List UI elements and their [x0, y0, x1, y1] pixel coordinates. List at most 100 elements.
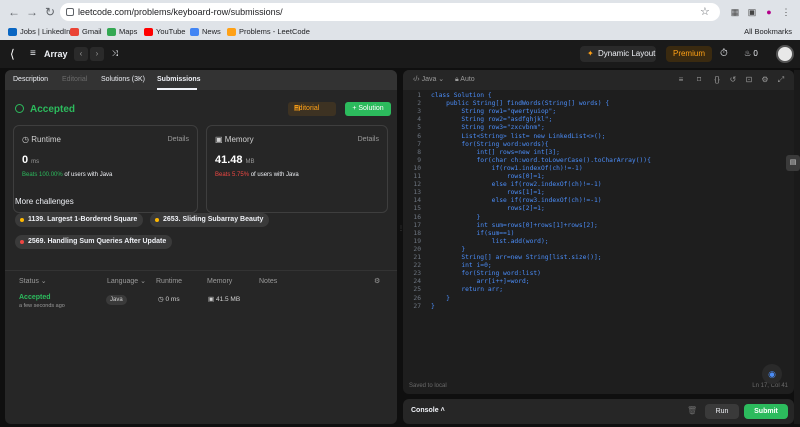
braces-icon[interactable]: {}	[712, 75, 722, 85]
bookmark-star-icon[interactable]: ☆	[700, 3, 710, 21]
premium-button[interactable]: Premium	[666, 46, 712, 62]
check-circle-icon	[15, 104, 24, 113]
streak-counter[interactable]: ♨ 0	[744, 47, 758, 61]
bookmark-news[interactable]: News	[190, 26, 221, 38]
notes-column-header: Notes	[259, 278, 278, 285]
result-status: Accepted	[15, 104, 75, 116]
site-info-icon[interactable]	[66, 8, 74, 16]
forward-icon[interactable]: →	[24, 4, 40, 20]
code-line[interactable]: int[] rows=new int[3];	[431, 149, 559, 157]
code-line[interactable]: if(row1.indexOf(ch)!=-1)	[431, 165, 583, 173]
code-line[interactable]: arr[i++]=word;	[431, 278, 529, 286]
bookmark-gmail[interactable]: Gmail	[70, 26, 102, 38]
dynamic-layout-button[interactable]: ✦ Dynamic Layout	[580, 46, 656, 62]
language-select[interactable]: ‹/› Java ⌄	[413, 75, 444, 85]
code-line[interactable]: rows[0]=1;	[431, 173, 545, 181]
status-column-header[interactable]: Status ⌄	[19, 277, 47, 287]
code-line[interactable]: String row2="asdfghjkl";	[431, 116, 552, 124]
code-line[interactable]: rows[2]=1;	[431, 205, 545, 213]
code-line[interactable]: for(String word:words){	[431, 141, 548, 149]
code-line[interactable]: int sum=rows[0]+rows[1]+rows[2];	[431, 222, 597, 230]
challenge-chip[interactable]: 2569. Handling Sum Queries After Update	[15, 235, 173, 249]
language-column-header[interactable]: Language ⌄	[107, 277, 146, 287]
shuffle-icon[interactable]: ⤨	[108, 47, 122, 61]
leetcode-logo-icon[interactable]: ⟨	[10, 47, 24, 61]
code-line[interactable]: for(char ch:word.toLowerCase().toCharArr…	[431, 157, 650, 165]
info-icon[interactable]: ⊡	[744, 75, 754, 85]
runtime-beats: Beats 100.00% of users with Java	[22, 170, 112, 180]
notes-side-icon[interactable]: ▤	[786, 155, 800, 171]
challenge-chip[interactable]: 1139. Largest 1-Bordered Square	[15, 213, 144, 227]
tab-description[interactable]: Description	[13, 70, 48, 90]
code-line[interactable]: String[] arr=new String[list.size()];	[431, 254, 601, 262]
format-icon[interactable]: ≡	[676, 75, 686, 85]
problem-list-icon[interactable]: ≡	[30, 49, 40, 59]
code-line[interactable]: for(String word:list)	[431, 270, 541, 278]
chevron-up-icon: ˄	[438, 407, 445, 414]
console-toggle[interactable]: Console ˄	[411, 406, 445, 416]
extension-icon-2[interactable]: ●	[762, 5, 776, 19]
line-number: 11	[413, 173, 421, 180]
code-line[interactable]: if(sum==1)	[431, 230, 514, 238]
settings-icon[interactable]: ⚙	[760, 75, 770, 85]
runtime-title-text: Runtime	[31, 135, 61, 144]
prev-problem-icon[interactable]: ‹	[74, 47, 88, 61]
bookmark-maps[interactable]: Maps	[107, 26, 137, 38]
bookmark-youtube[interactable]: YouTube	[144, 26, 185, 38]
solution-button[interactable]: + Solution	[345, 102, 391, 116]
sidepanel-icon[interactable]: ▣	[745, 5, 759, 19]
memory-details-link[interactable]: Details	[358, 134, 379, 146]
code-line[interactable]: list.add(word);	[431, 238, 549, 246]
challenge-chip[interactable]: 2653. Sliding Subarray Beauty	[150, 213, 270, 227]
memory-card[interactable]: ▣ Memory Details 41.48 MB Beats 5.75% of …	[206, 125, 388, 213]
submit-button[interactable]: Submit	[744, 404, 788, 419]
runtime-details-link[interactable]: Details	[168, 134, 189, 146]
code-line[interactable]: }	[431, 246, 465, 254]
back-icon[interactable]: ←	[6, 4, 22, 20]
code-line[interactable]: int i=0;	[431, 262, 491, 270]
code-line[interactable]: String row3="zxcvbnm";	[431, 124, 544, 132]
fullscreen-icon[interactable]: ⤢	[776, 75, 786, 85]
code-line[interactable]: else if(row3.indexOf(ch)!=-1)	[431, 197, 602, 205]
code-line[interactable]: String row1="qwertyuiop";	[431, 108, 556, 116]
address-bar[interactable]: leetcode.com/problems/keyboard-row/submi…	[60, 3, 720, 21]
menu-icon[interactable]: ⋮	[779, 5, 793, 19]
tab-editorial[interactable]: Editorial	[62, 70, 87, 90]
all-bookmarks[interactable]: All Bookmarks	[732, 26, 792, 38]
panel-resize-handle[interactable]: ⋮	[398, 225, 404, 235]
reload-icon[interactable]: ↻	[42, 4, 58, 20]
chat-icon[interactable]: ◉	[762, 364, 782, 384]
memory-column-header: Memory	[207, 278, 233, 285]
code-line[interactable]: class Solution {	[431, 92, 492, 100]
problem-list-title[interactable]: Array	[44, 47, 68, 61]
code-line[interactable]: }	[431, 303, 435, 311]
settings-gear-icon[interactable]: ⚙	[374, 277, 380, 287]
next-problem-icon[interactable]: ›	[90, 47, 104, 61]
delete-icon[interactable]: 🗑︎	[687, 406, 697, 416]
table-row[interactable]: Accepted a few seconds ago Java ◷ 0 ms ▣…	[13, 290, 389, 314]
reset-icon[interactable]: ↺	[728, 75, 738, 85]
line-number: 9	[417, 156, 421, 164]
code-line[interactable]: else if(row2.indexOf(ch)!=-1)	[431, 181, 602, 189]
line-number: 7	[417, 140, 421, 148]
tab-solutions[interactable]: Solutions (3K)	[101, 70, 145, 90]
code-line[interactable]: public String[] findWords(String[] words…	[431, 100, 609, 108]
code-line[interactable]: }	[431, 295, 450, 303]
bookmark-icon[interactable]: ⌑	[694, 75, 704, 85]
editorial-button[interactable]: ▤ Editorial	[288, 102, 336, 116]
bookmark-linkedin[interactable]: Jobs | LinkedIn	[8, 26, 70, 38]
timer-icon[interactable]: ⏱	[720, 47, 728, 61]
run-button[interactable]: Run	[705, 404, 739, 419]
code-line[interactable]: rows[1]=1;	[431, 189, 545, 197]
extension-icon[interactable]: ▦	[728, 5, 742, 19]
avatar[interactable]	[776, 45, 794, 63]
code-line[interactable]: List<String> list= new LinkedList<>();	[431, 133, 605, 141]
code-line[interactable]: }	[431, 214, 480, 222]
auto-mode-toggle[interactable]: 🔒︎ Auto	[455, 75, 475, 85]
tab-submissions[interactable]: Submissions	[157, 70, 201, 90]
line-number: 8	[417, 148, 421, 156]
line-number: 6	[417, 132, 421, 140]
bookmark-leetcode[interactable]: Problems - LeetCode	[227, 26, 310, 38]
code-line[interactable]: return arr;	[431, 286, 503, 294]
code-area[interactable]: 1 class Solution {2 public String[] findW…	[403, 92, 794, 352]
